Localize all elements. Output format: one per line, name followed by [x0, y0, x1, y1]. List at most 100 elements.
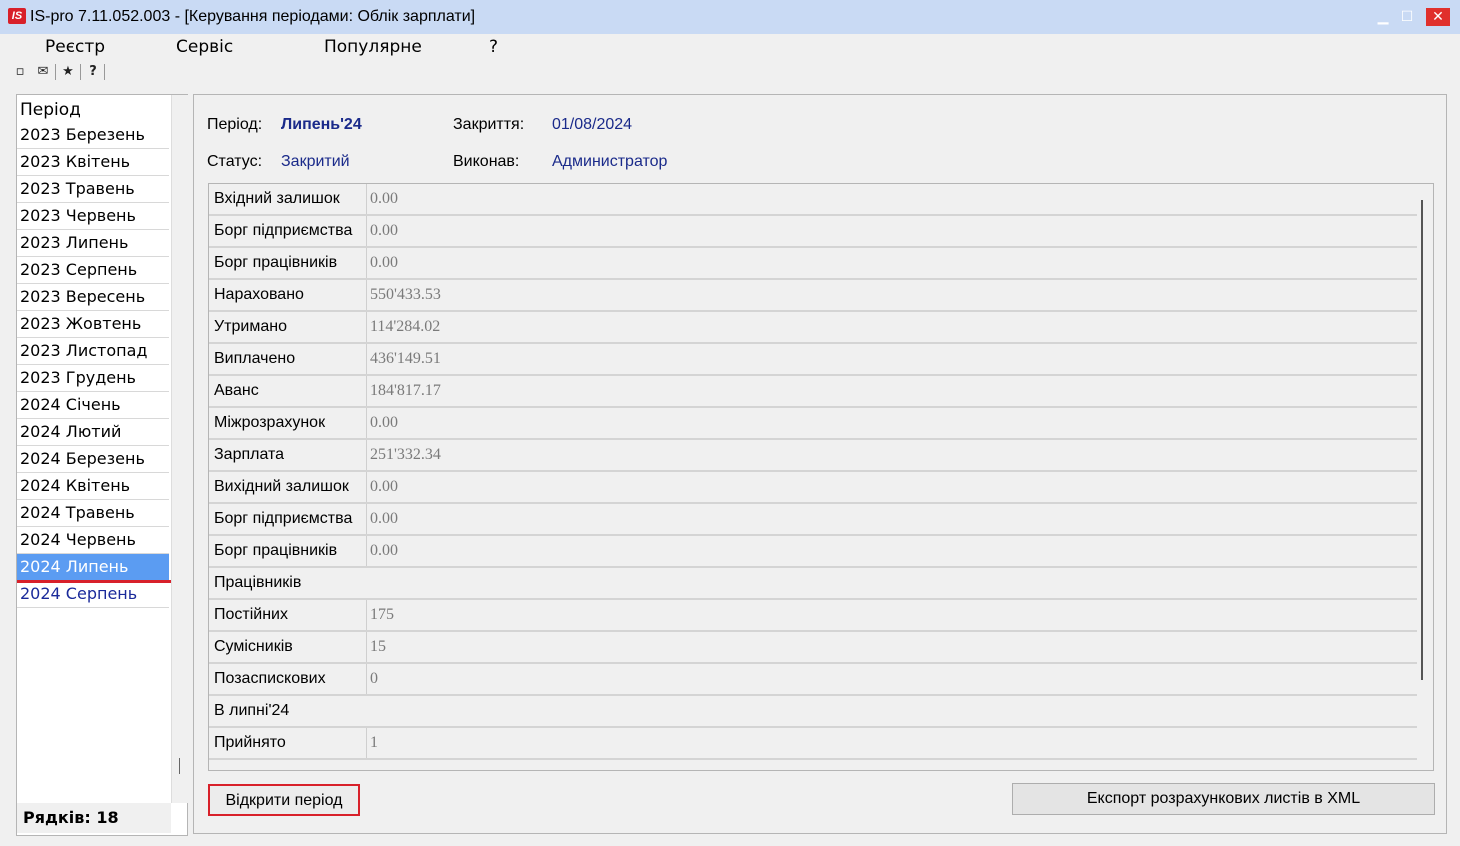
document-icon[interactable]: ▫ [10, 62, 30, 82]
period-details-panel: Період: Липень'24 Закриття: 01/08/2024 С… [193, 94, 1447, 834]
table-row[interactable]: Вихідний залишок 0.00 [209, 472, 1417, 504]
open-period-button[interactable]: Відкрити період [208, 784, 360, 816]
menu-bar: Реєстр Сервіс Популярне ? [0, 34, 1460, 60]
table-row[interactable]: Аванс 184'817.17 [209, 376, 1417, 408]
period-item[interactable]: 2023 Вересень [17, 284, 169, 311]
table-row[interactable]: Постійних 175 [209, 600, 1417, 632]
period-item[interactable]: 2024 Липень [17, 554, 169, 581]
grid-label: Зарплата [209, 440, 367, 470]
period-item[interactable]: 2023 Грудень [17, 365, 169, 392]
grid-label: Борг підприємства [209, 216, 367, 246]
star-icon[interactable]: ★ [58, 62, 78, 82]
grid-value: 184'817.17 [370, 382, 441, 399]
grid-value: 175 [370, 606, 394, 623]
grid-label: В липні'24 [214, 702, 290, 719]
table-row[interactable]: Борг підприємства 0.00 [209, 216, 1417, 248]
scrollbar-thumb[interactable] [179, 758, 180, 774]
period-item[interactable]: 2023 Листопад [17, 338, 169, 365]
period-item[interactable]: 2023 Червень [17, 203, 169, 230]
table-row[interactable]: Позаспискових 0 [209, 664, 1417, 696]
table-row[interactable]: Борг підприємства 0.00 [209, 504, 1417, 536]
grid-label: Вхідний залишок [209, 184, 367, 214]
table-row[interactable]: Сумісників 15 [209, 632, 1417, 664]
table-row[interactable]: Утримано 114'284.02 [209, 312, 1417, 344]
status-value: Закритий [281, 153, 350, 170]
grid-value: 0.00 [370, 542, 398, 559]
period-item[interactable]: 2023 Березень [17, 122, 169, 149]
status-label: Статус: [207, 153, 263, 170]
table-row[interactable]: Борг працівників 0.00 [209, 536, 1417, 568]
period-item[interactable]: 2024 Березень [17, 446, 169, 473]
period-list-panel: Період 2023 Березень 2023 Квітень 2023 Тра… [16, 94, 188, 836]
period-column-header[interactable]: Період [20, 99, 81, 121]
export-xml-button[interactable]: Експорт розрахункових листів в XML [1012, 783, 1435, 815]
period-item[interactable]: 2023 Жовтень [17, 311, 169, 338]
grid-value: 1 [370, 734, 378, 751]
period-item[interactable]: 2023 Травень [17, 176, 169, 203]
grid-label: Нараховано [209, 280, 367, 310]
selection-highlight-mark [17, 580, 177, 583]
grid-value: 0.00 [370, 190, 398, 207]
grid-value: 0.00 [370, 478, 398, 495]
table-row[interactable]: Прийнято 1 [209, 728, 1417, 760]
table-row[interactable]: Міжрозрахунок 0.00 [209, 408, 1417, 440]
close-icon[interactable]: ✕ [1426, 8, 1450, 26]
period-label: Період: [207, 116, 263, 133]
period-list-scrollbar[interactable] [171, 95, 188, 803]
app-logo-icon: IS [8, 8, 26, 24]
grid-value: 251'332.34 [370, 446, 441, 463]
table-row[interactable]: Вхідний залишок 0.00 [209, 184, 1417, 216]
period-value: Липень'24 [281, 116, 362, 133]
row-count: Рядків: 18 [17, 803, 171, 833]
grid-scrollbar[interactable] [1421, 200, 1423, 680]
window-title: IS-pro 7.11.052.003 - [Керування періода… [30, 8, 476, 25]
grid-value: 0.00 [370, 254, 398, 271]
toolbar-separator [55, 64, 56, 80]
table-row[interactable]: Зарплата 251'332.34 [209, 440, 1417, 472]
menu-help[interactable]: ? [489, 37, 498, 57]
grid-label: Прийнято [209, 728, 367, 758]
mail-icon[interactable]: ✉ [33, 62, 53, 82]
executor-label: Виконав: [453, 153, 520, 170]
toolbar: ▫ ✉ ★ ? [0, 60, 1460, 84]
help-icon[interactable]: ? [83, 62, 103, 82]
period-item[interactable]: 2023 Серпень [17, 257, 169, 284]
grid-value: 15 [370, 638, 386, 655]
grid-label: Постійних [209, 600, 367, 630]
grid-value: 0 [370, 670, 378, 687]
grid-label: Працівників [214, 574, 302, 591]
period-item[interactable]: 2024 Червень [17, 527, 169, 554]
table-row[interactable]: Нараховано 550'433.53 [209, 280, 1417, 312]
period-item[interactable]: 2024 Квітень [17, 473, 169, 500]
period-item[interactable]: 2023 Квітень [17, 149, 169, 176]
grid-label: Аванс [209, 376, 367, 406]
table-row[interactable]: Виплачено 436'149.51 [209, 344, 1417, 376]
menu-registry[interactable]: Реєстр [45, 37, 105, 57]
period-item[interactable]: 2023 Липень [17, 230, 169, 257]
period-item[interactable]: 2024 Травень [17, 500, 169, 527]
period-item[interactable]: 2024 Лютий [17, 419, 169, 446]
grid-value: 436'149.51 [370, 350, 441, 367]
executor-value: Администратор [552, 153, 668, 170]
grid-label: Борг працівників [209, 536, 367, 566]
grid-label: Утримано [209, 312, 367, 342]
maximize-icon[interactable]: ☐ [1396, 8, 1418, 26]
closing-value: 01/08/2024 [552, 116, 633, 133]
grid-value: 550'433.53 [370, 286, 441, 303]
grid-label: Вихідний залишок [209, 472, 367, 502]
table-row[interactable]: В липні'24 [209, 696, 1417, 728]
table-row[interactable]: Борг працівників 0.00 [209, 248, 1417, 280]
toolbar-separator [104, 64, 105, 80]
menu-service[interactable]: Сервіс [176, 37, 233, 57]
grid-value: 0.00 [370, 414, 398, 431]
grid-value: 0.00 [370, 510, 398, 527]
period-item[interactable]: 2024 Січень [17, 392, 169, 419]
minimize-icon[interactable]: ▁ [1372, 8, 1394, 26]
grid-value: 114'284.02 [370, 318, 441, 335]
period-item[interactable]: 2024 Серпень [17, 581, 169, 608]
menu-popular[interactable]: Популярне [324, 37, 422, 57]
grid-label: Позаспискових [209, 664, 367, 694]
totals-grid: Вхідний залишок 0.00 Борг підприємства 0.00… [208, 183, 1434, 771]
table-row[interactable]: Працівників [209, 568, 1417, 600]
grid-value: 0.00 [370, 222, 398, 239]
